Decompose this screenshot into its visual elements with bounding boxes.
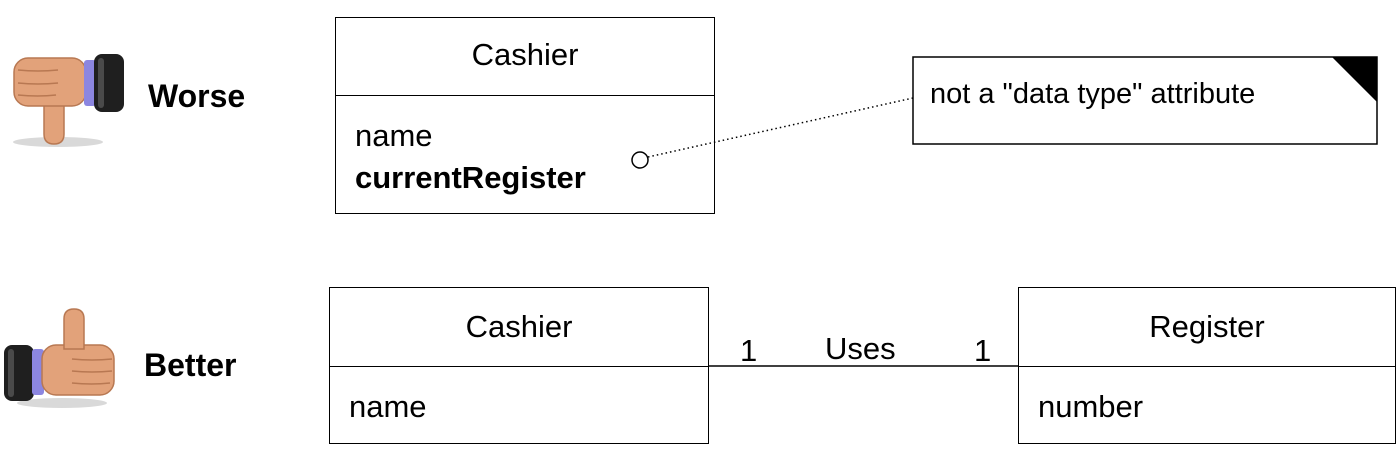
attribute-number: number — [1038, 389, 1144, 424]
association-name: Uses — [825, 331, 896, 366]
register-class-box: Register number — [1018, 287, 1396, 444]
class-name: Register — [1149, 309, 1265, 344]
association-left-multiplicity: 1 — [740, 333, 758, 368]
association-right-multiplicity: 1 — [974, 333, 992, 368]
class-divider — [1019, 366, 1395, 367]
